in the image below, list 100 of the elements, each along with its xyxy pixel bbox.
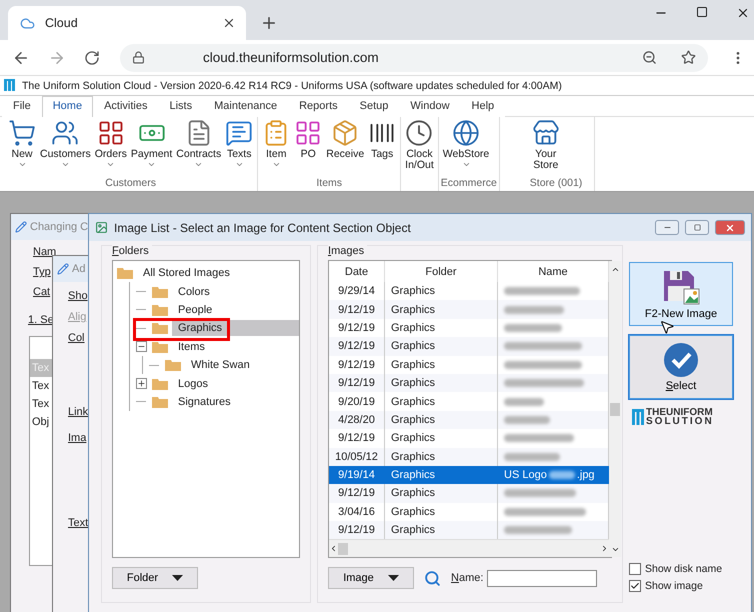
table-cell[interactable] (498, 448, 609, 466)
ribbon-button[interactable]: Clock In/Out (403, 117, 436, 191)
name-field[interactable] (487, 570, 598, 586)
table-cell[interactable]: 9/12/19 (329, 484, 385, 503)
maximize-button[interactable] (685, 220, 709, 235)
store-icon (532, 119, 560, 147)
collapse-toggle[interactable] (136, 341, 146, 352)
folder-item[interactable]: All Stored Images (137, 265, 236, 282)
folder-icon (152, 378, 168, 390)
folder-item[interactable]: Logos (172, 376, 214, 392)
table-cell[interactable]: 9/12/19 (329, 356, 385, 374)
folder-item[interactable]: Graphics (172, 320, 299, 336)
ribbon-button[interactable]: PO (292, 117, 324, 177)
ribbon-button[interactable]: New (6, 117, 38, 177)
table-cell[interactable]: Graphics (385, 300, 498, 319)
ribbon-button[interactable]: Texts (223, 117, 256, 177)
ribbon-button[interactable]: Item (260, 117, 292, 177)
folder-item[interactable]: Signatures (172, 394, 237, 410)
close-button[interactable] (715, 220, 745, 235)
scroll-thumb[interactable] (338, 542, 348, 555)
table-cell[interactable]: 4/28/20 (329, 410, 385, 430)
pencil-icon (57, 263, 69, 275)
ribbon-button[interactable]: Contracts (174, 117, 224, 177)
table-cell[interactable]: 10/05/12 (329, 448, 385, 466)
checkbox[interactable]: Show disk name (629, 563, 722, 575)
image-dropdown[interactable]: Image (328, 567, 414, 589)
check-circle-icon (664, 342, 698, 376)
reload-icon[interactable] (84, 50, 100, 66)
field-label: Ima (68, 432, 86, 444)
ribbon-button[interactable]: Orders (92, 117, 129, 177)
field-label: Typ (33, 266, 51, 278)
close-icon[interactable] (222, 16, 236, 30)
new-image-button[interactable]: F2-New Image (629, 262, 733, 326)
folder-item[interactable]: People (172, 302, 218, 318)
scrollbar[interactable] (609, 261, 621, 557)
scroll-thumb[interactable] (610, 403, 620, 416)
table-cell[interactable]: Graphics (385, 374, 498, 392)
table-cell[interactable] (498, 282, 609, 300)
ribbon-button[interactable]: Receive (324, 117, 366, 177)
folder-item[interactable]: Colors (172, 284, 216, 300)
table-cell[interactable]: 9/12/19 (329, 374, 385, 392)
menu-tab[interactable]: Home (42, 96, 94, 117)
table-cell[interactable] (498, 484, 609, 503)
people-icon (51, 119, 80, 147)
expand-toggle[interactable] (136, 378, 146, 390)
table-cell[interactable] (498, 337, 609, 356)
folder-icon (152, 340, 168, 353)
table-cell[interactable] (498, 521, 609, 540)
folder-icon (152, 322, 168, 334)
folder-dropdown[interactable]: Folder (112, 567, 198, 589)
table-cell[interactable]: US Logo .jpg (498, 466, 609, 484)
table-cell[interactable]: 9/12/19 (329, 521, 385, 540)
field-label: Sho (68, 290, 88, 302)
floppy-image-icon (662, 268, 700, 304)
ribbon-button[interactable]: Tags (366, 117, 398, 177)
chevron-left-icon[interactable] (329, 544, 338, 554)
star-icon[interactable] (681, 50, 696, 65)
browser-tab[interactable]: Cloud (8, 6, 246, 40)
zoom-out-icon[interactable] (642, 50, 657, 65)
table-cell[interactable]: Graphics (385, 466, 498, 484)
address-bar[interactable]: cloud.theuniformsolution.com (120, 44, 708, 72)
field-label: Col (68, 332, 85, 344)
chevron-up-icon[interactable] (610, 265, 620, 274)
table-cell[interactable] (498, 374, 609, 392)
group-label: Customers (105, 177, 156, 191)
ribbon-button[interactable]: Payment (128, 117, 174, 177)
table-cell[interactable]: Graphics (385, 282, 498, 300)
table-cell[interactable]: Graphics (385, 410, 498, 430)
table-cell[interactable]: 9/19/14 (329, 466, 385, 484)
folder-item[interactable]: White Swan (185, 357, 256, 374)
folder-item[interactable]: Items (172, 338, 211, 355)
table-cell[interactable] (498, 410, 609, 430)
table-cell[interactable]: 9/29/14 (329, 282, 385, 300)
new-tab-icon[interactable] (260, 14, 278, 32)
table-cell[interactable]: Graphics (385, 484, 498, 503)
ribbon-button[interactable]: Your Store (530, 117, 562, 177)
minimize-button[interactable] (655, 220, 679, 235)
select-button[interactable]: Select (629, 335, 733, 399)
table-cell[interactable] (498, 356, 609, 374)
checkbox[interactable]: Show image (629, 580, 703, 592)
table-cell[interactable]: Graphics (385, 337, 498, 356)
chevron-down-icon[interactable] (610, 545, 620, 554)
scrollbar[interactable] (329, 539, 609, 557)
cursor-icon (659, 319, 675, 335)
ribbon-button[interactable]: WebStore (440, 117, 492, 177)
maximize-icon[interactable] (696, 6, 708, 18)
table-cell[interactable]: 3/04/16 (329, 502, 385, 522)
table-cell[interactable]: Graphics (385, 521, 498, 540)
table-cell[interactable]: Graphics (385, 502, 498, 522)
ribbon-button[interactable]: Customers (38, 117, 93, 177)
table-cell[interactable]: 9/12/19 (329, 300, 385, 319)
pencil-icon (15, 221, 27, 233)
table-cell[interactable] (498, 300, 609, 319)
table-cell[interactable] (498, 502, 609, 522)
close-icon[interactable] (736, 6, 750, 20)
table-cell[interactable]: 9/12/19 (329, 337, 385, 356)
table-cell[interactable]: Graphics (385, 448, 498, 466)
chevron-right-icon[interactable] (600, 544, 609, 554)
search-icon[interactable] (424, 570, 441, 586)
table-cell[interactable]: Graphics (385, 356, 498, 374)
